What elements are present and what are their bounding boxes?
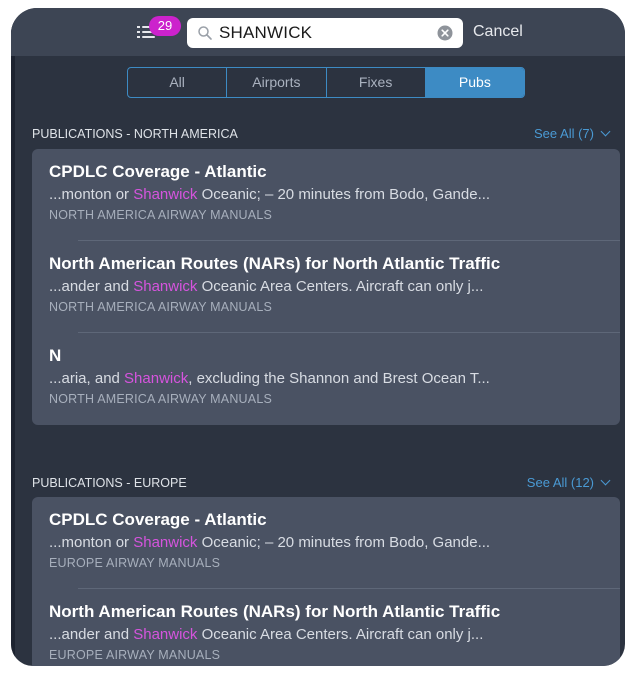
tab-airports[interactable]: Airports [227,68,327,97]
chevron-down-icon [600,475,611,486]
list-item[interactable]: North American Routes (NARs) for North A… [32,241,620,333]
item-source: NORTH AMERICA AIRWAY MANUALS [49,208,273,222]
app-window: 29 SHANWICK Cancel All Airports Fixes Pu… [11,8,625,666]
search-highlight: Shanwick [133,186,198,203]
see-all-button[interactable]: See All (7) [534,122,611,146]
item-title: N [49,346,62,365]
item-snippet: ...ander and Shanwick Oceanic Area Cente… [49,278,484,295]
cancel-button[interactable]: Cancel [473,8,523,56]
search-highlight: Shanwick [133,278,198,295]
section-header-north-america: PUBLICATIONS - NORTH AMERICA See All (7) [11,122,625,146]
tab-pubs[interactable]: Pubs [425,68,524,97]
item-snippet: ...ander and Shanwick Oceanic Area Cente… [49,626,484,643]
item-source: NORTH AMERICA AIRWAY MANUALS [49,392,273,406]
section-title: PUBLICATIONS - NORTH AMERICA [32,127,238,141]
item-source: EUROPE AIRWAY MANUALS [49,648,221,662]
window-edge [11,8,15,666]
item-source: EUROPE AIRWAY MANUALS [49,556,221,570]
list-item[interactable]: N ...aria, and Shanwick, excluding the S… [32,333,620,425]
item-title: CPDLC Coverage - Atlantic [49,510,267,529]
search-highlight: Shanwick [133,626,198,643]
see-all-label[interactable]: See All (12) [527,475,594,490]
item-title: North American Routes (NARs) for North A… [49,254,501,273]
clear-circle-x-icon[interactable] [437,25,453,41]
notification-badge: 29 [149,16,181,36]
magnifier-icon [198,26,212,40]
item-snippet: ...monton or Shanwick Oceanic; – 20 minu… [49,186,491,203]
search-header: 29 SHANWICK Cancel [11,8,625,56]
see-all-button[interactable]: See All (12) [527,471,611,495]
item-snippet: ...aria, and Shanwick, excluding the Sha… [49,370,490,387]
item-snippet: ...monton or Shanwick Oceanic; – 20 minu… [49,534,491,551]
list-item[interactable]: CPDLC Coverage - Atlantic ...monton or S… [32,149,620,241]
search-highlight: Shanwick [133,534,198,551]
search-input[interactable]: SHANWICK [187,18,463,48]
search-query[interactable]: SHANWICK [219,18,312,48]
tab-fixes[interactable]: Fixes [327,68,426,97]
section-title: PUBLICATIONS - EUROPE [32,476,187,490]
list-item[interactable]: North American Routes (NARs) for North A… [32,589,620,666]
chevron-down-icon [600,126,611,137]
search-highlight: Shanwick [124,370,189,387]
results-card-north-america: CPDLC Coverage - Atlantic ...monton or S… [32,149,620,425]
item-title: North American Routes (NARs) for North A… [49,602,501,621]
filter-tabs: All Airports Fixes Pubs [127,67,525,98]
results-card-europe: CPDLC Coverage - Atlantic ...monton or S… [32,497,620,666]
item-title: CPDLC Coverage - Atlantic [49,162,267,181]
item-source: NORTH AMERICA AIRWAY MANUALS [49,300,273,314]
section-header-europe: PUBLICATIONS - EUROPE See All (12) [11,471,625,495]
see-all-label[interactable]: See All (7) [534,126,594,141]
tab-all[interactable]: All [128,68,228,97]
list-item[interactable]: CPDLC Coverage - Atlantic ...monton or S… [32,497,620,589]
